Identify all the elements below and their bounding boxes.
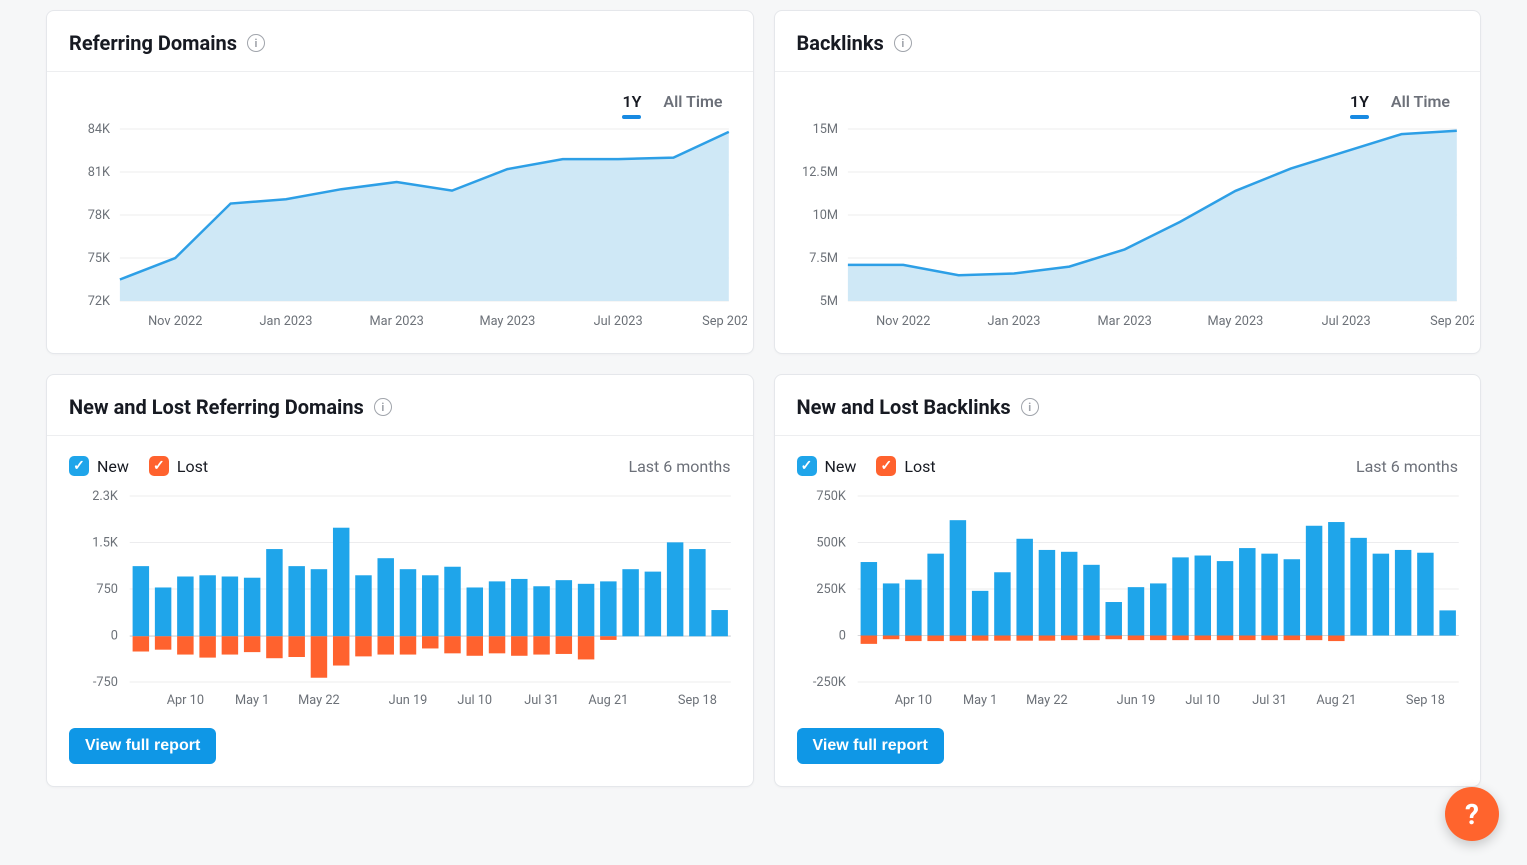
svg-text:Jan 2023: Jan 2023 xyxy=(260,314,313,329)
svg-text:May 22: May 22 xyxy=(1026,693,1068,708)
svg-text:10M: 10M xyxy=(812,208,837,223)
check-icon: ✓ xyxy=(149,456,169,476)
svg-text:Jul 10: Jul 10 xyxy=(457,693,492,708)
legend-row: ✓ New ✓ Lost Last 6 months xyxy=(775,456,1481,490)
svg-text:Apr 10: Apr 10 xyxy=(894,693,931,708)
range-tabs: 1Y All Time xyxy=(775,92,1481,121)
check-icon: ✓ xyxy=(69,456,89,476)
svg-text:-250K: -250K xyxy=(812,675,846,690)
svg-text:Mar 2023: Mar 2023 xyxy=(1097,314,1151,329)
svg-text:-750: -750 xyxy=(93,675,118,690)
legend-label: Lost xyxy=(177,457,208,476)
svg-text:May 1: May 1 xyxy=(962,693,996,708)
legend-new[interactable]: ✓ New xyxy=(69,456,129,476)
svg-text:Jan 2023: Jan 2023 xyxy=(987,314,1040,329)
view-full-report-button[interactable]: View full report xyxy=(797,728,944,764)
svg-text:Sep 18: Sep 18 xyxy=(1405,693,1444,708)
svg-text:Jun 19: Jun 19 xyxy=(389,693,428,708)
svg-text:Nov 2022: Nov 2022 xyxy=(876,314,930,329)
card-title-row: Referring Domains i xyxy=(47,31,753,72)
svg-text:May 2023: May 2023 xyxy=(1207,314,1263,329)
help-icon: ? xyxy=(1465,798,1479,831)
svg-text:0: 0 xyxy=(111,628,118,643)
chart-new-lost-backlinks: -250K 0 250K 500K 750K Apr 10 May 1 May 22 Jun 1… xyxy=(775,490,1481,710)
svg-text:0: 0 xyxy=(838,628,845,643)
svg-text:May 1: May 1 xyxy=(235,693,269,708)
svg-text:Mar 2023: Mar 2023 xyxy=(370,314,424,329)
svg-text:May 22: May 22 xyxy=(298,693,340,708)
card-title-row: New and Lost Referring Domains i xyxy=(47,395,753,436)
svg-text:Sep 2023: Sep 2023 xyxy=(702,314,746,329)
info-icon[interactable]: i xyxy=(247,34,265,52)
svg-text:750K: 750K xyxy=(816,490,846,504)
legend-new[interactable]: ✓ New xyxy=(797,456,857,476)
legend-lost[interactable]: ✓ Lost xyxy=(149,456,208,476)
dashboard-grid: Referring Domains i 1Y All Time 72K 75K 78… xyxy=(36,0,1491,817)
svg-text:72K: 72K xyxy=(88,294,111,309)
legend-label: New xyxy=(97,457,129,476)
legend-row: ✓ New ✓ Lost Last 6 months xyxy=(47,456,753,490)
card-title-row: Backlinks i xyxy=(775,31,1481,72)
svg-text:81K: 81K xyxy=(88,165,111,180)
card-title: Referring Domains xyxy=(69,31,237,55)
card-referring-domains: Referring Domains i 1Y All Time 72K 75K 78… xyxy=(46,10,754,354)
svg-text:500K: 500K xyxy=(816,535,846,550)
card-title: New and Lost Backlinks xyxy=(797,395,1011,419)
svg-text:Jul 2023: Jul 2023 xyxy=(594,314,643,329)
help-fab[interactable]: ? xyxy=(1445,787,1499,841)
range-label: Last 6 months xyxy=(1356,457,1458,476)
card-new-lost-referring-domains: New and Lost Referring Domains i ✓ New ✓… xyxy=(46,374,754,787)
range-tab-alltime[interactable]: All Time xyxy=(1391,92,1450,111)
range-tab-1y[interactable]: 1Y xyxy=(1350,92,1369,111)
legend-label: New xyxy=(825,457,857,476)
range-tab-1y[interactable]: 1Y xyxy=(622,92,641,111)
svg-text:78K: 78K xyxy=(88,208,111,223)
svg-text:Jul 2023: Jul 2023 xyxy=(1321,314,1370,329)
card-title: New and Lost Referring Domains xyxy=(69,395,364,419)
card-title: Backlinks xyxy=(797,31,884,55)
svg-text:250K: 250K xyxy=(816,582,846,597)
svg-text:1.5K: 1.5K xyxy=(92,535,119,550)
svg-text:12.5M: 12.5M xyxy=(802,165,838,180)
range-tab-alltime[interactable]: All Time xyxy=(663,92,722,111)
svg-text:750: 750 xyxy=(96,582,118,597)
svg-text:5M: 5M xyxy=(819,294,837,309)
info-icon[interactable]: i xyxy=(374,398,392,416)
svg-text:Sep 2023: Sep 2023 xyxy=(1430,314,1474,329)
svg-text:Jun 19: Jun 19 xyxy=(1116,693,1155,708)
legend-lost[interactable]: ✓ Lost xyxy=(876,456,935,476)
svg-text:Aug 21: Aug 21 xyxy=(1316,693,1356,708)
card-title-row: New and Lost Backlinks i xyxy=(775,395,1481,436)
check-icon: ✓ xyxy=(876,456,896,476)
range-label: Last 6 months xyxy=(628,457,730,476)
card-new-lost-backlinks: New and Lost Backlinks i ✓ New ✓ Lost La… xyxy=(774,374,1482,787)
check-icon: ✓ xyxy=(797,456,817,476)
chart-referring-domains: 72K 75K 78K 81K 84K Nov 2022 Jan 2023 Mar 2023 M… xyxy=(47,121,753,331)
svg-text:Jul 31: Jul 31 xyxy=(1252,693,1287,708)
legend-label: Lost xyxy=(904,457,935,476)
chart-backlinks: 5M 7.5M 10M 12.5M 15M Nov 2022 Jan 2023 Mar 202… xyxy=(775,121,1481,331)
svg-text:Apr 10: Apr 10 xyxy=(167,693,204,708)
info-icon[interactable]: i xyxy=(1021,398,1039,416)
card-backlinks: Backlinks i 1Y All Time 5M 7.5M 10M 12.5M 15… xyxy=(774,10,1482,354)
info-icon[interactable]: i xyxy=(894,34,912,52)
svg-text:2.3K: 2.3K xyxy=(92,490,119,504)
svg-text:Jul 31: Jul 31 xyxy=(524,693,559,708)
svg-text:75K: 75K xyxy=(88,251,111,266)
svg-text:15M: 15M xyxy=(812,122,837,137)
svg-text:May 2023: May 2023 xyxy=(479,314,535,329)
svg-text:Nov 2022: Nov 2022 xyxy=(148,314,202,329)
range-tabs: 1Y All Time xyxy=(47,92,753,121)
svg-text:7.5M: 7.5M xyxy=(809,251,838,266)
chart-new-lost-referring-domains: -750 0 750 1.5K 2.3K Apr 10 May 1 May 22 Jun 19 J… xyxy=(47,490,753,710)
svg-text:84K: 84K xyxy=(88,122,111,137)
svg-text:Jul 10: Jul 10 xyxy=(1185,693,1220,708)
svg-text:Aug 21: Aug 21 xyxy=(588,693,628,708)
view-full-report-button[interactable]: View full report xyxy=(69,728,216,764)
svg-text:Sep 18: Sep 18 xyxy=(678,693,717,708)
